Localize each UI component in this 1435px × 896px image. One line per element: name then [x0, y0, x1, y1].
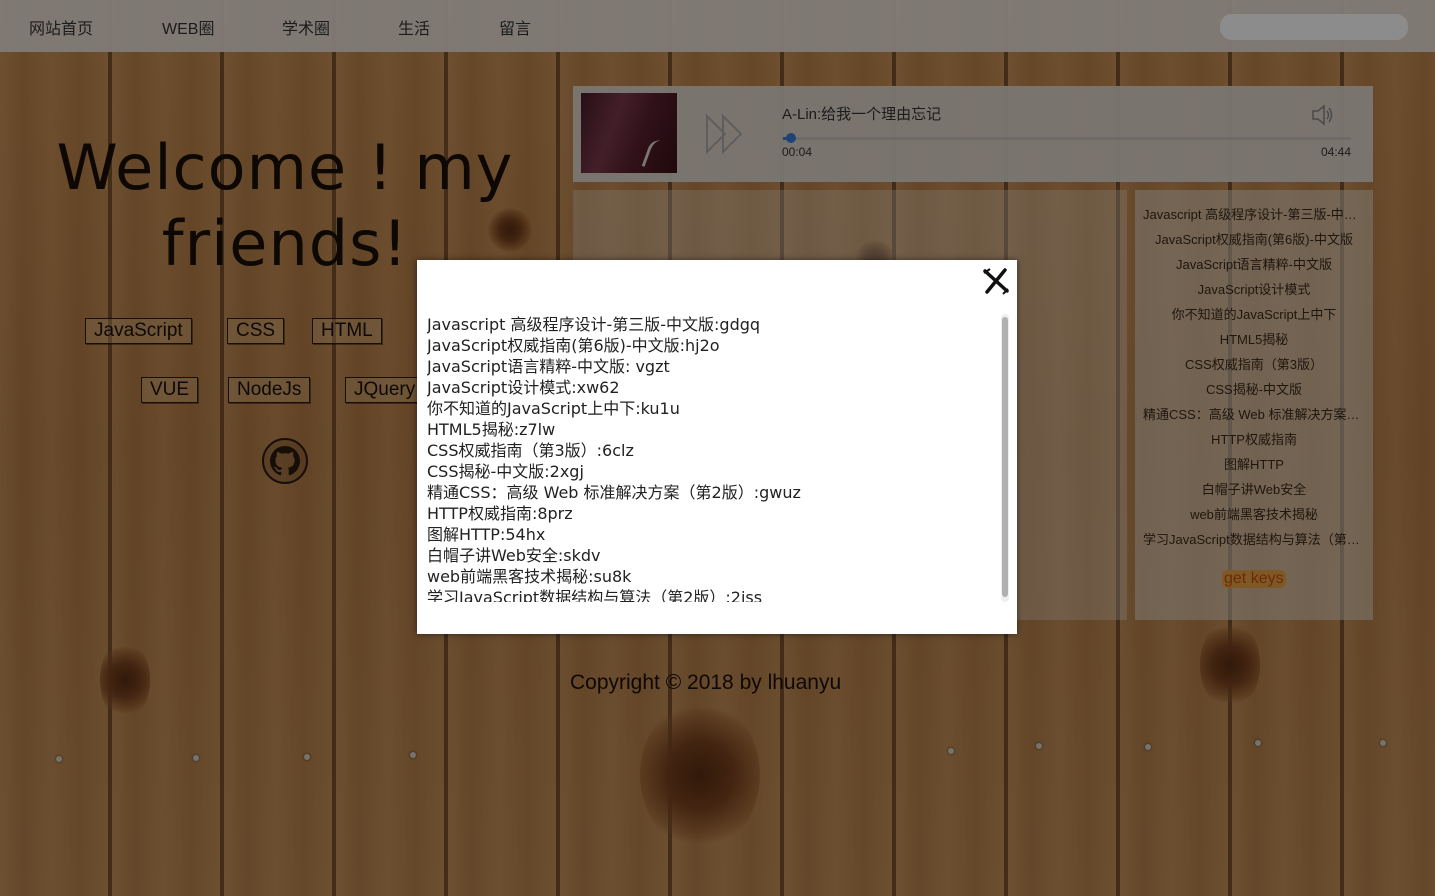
key-entry: Javascript 高级程序设计-第三版-中文版:gdgq [427, 315, 761, 334]
key-entry: 白帽子讲Web安全:skdv [427, 546, 601, 565]
key-entry: 精通CSS：高级 Web 标准解决方案（第2版）:gwuz [427, 483, 801, 502]
keys-list: Javascript 高级程序设计-第三版-中文版:gdgq JavaScript… [427, 314, 1001, 602]
key-entry: JavaScript权威指南(第6版)-中文版:hj2o [427, 336, 720, 355]
scrollbar-thumb[interactable] [1002, 317, 1008, 597]
key-entry: JavaScript设计模式:xw62 [427, 378, 620, 397]
key-entry: 图解HTTP:54hx [427, 525, 546, 544]
key-entry: CSS权威指南（第3版）:6clz [427, 441, 634, 460]
key-entry: HTML5揭秘:z7lw [427, 420, 556, 439]
key-entry: HTTP权威指南:8prz [427, 504, 573, 523]
key-entry: web前端黑客技术揭秘:su8k [427, 567, 632, 586]
key-entry: JavaScript语言精粹-中文版: vgzt [427, 357, 670, 376]
keys-modal: Javascript 高级程序设计-第三版-中文版:gdgq JavaScript… [417, 260, 1017, 634]
key-entry: CSS揭秘-中文版:2xgj [427, 462, 584, 481]
modal-scrollbar[interactable] [1001, 314, 1009, 602]
key-entry: 学习JavaScript数据结构与算法（第2版）:2iss [427, 588, 763, 602]
key-entry: 你不知道的JavaScript上中下:ku1u [427, 399, 680, 418]
close-icon[interactable] [981, 266, 1011, 296]
